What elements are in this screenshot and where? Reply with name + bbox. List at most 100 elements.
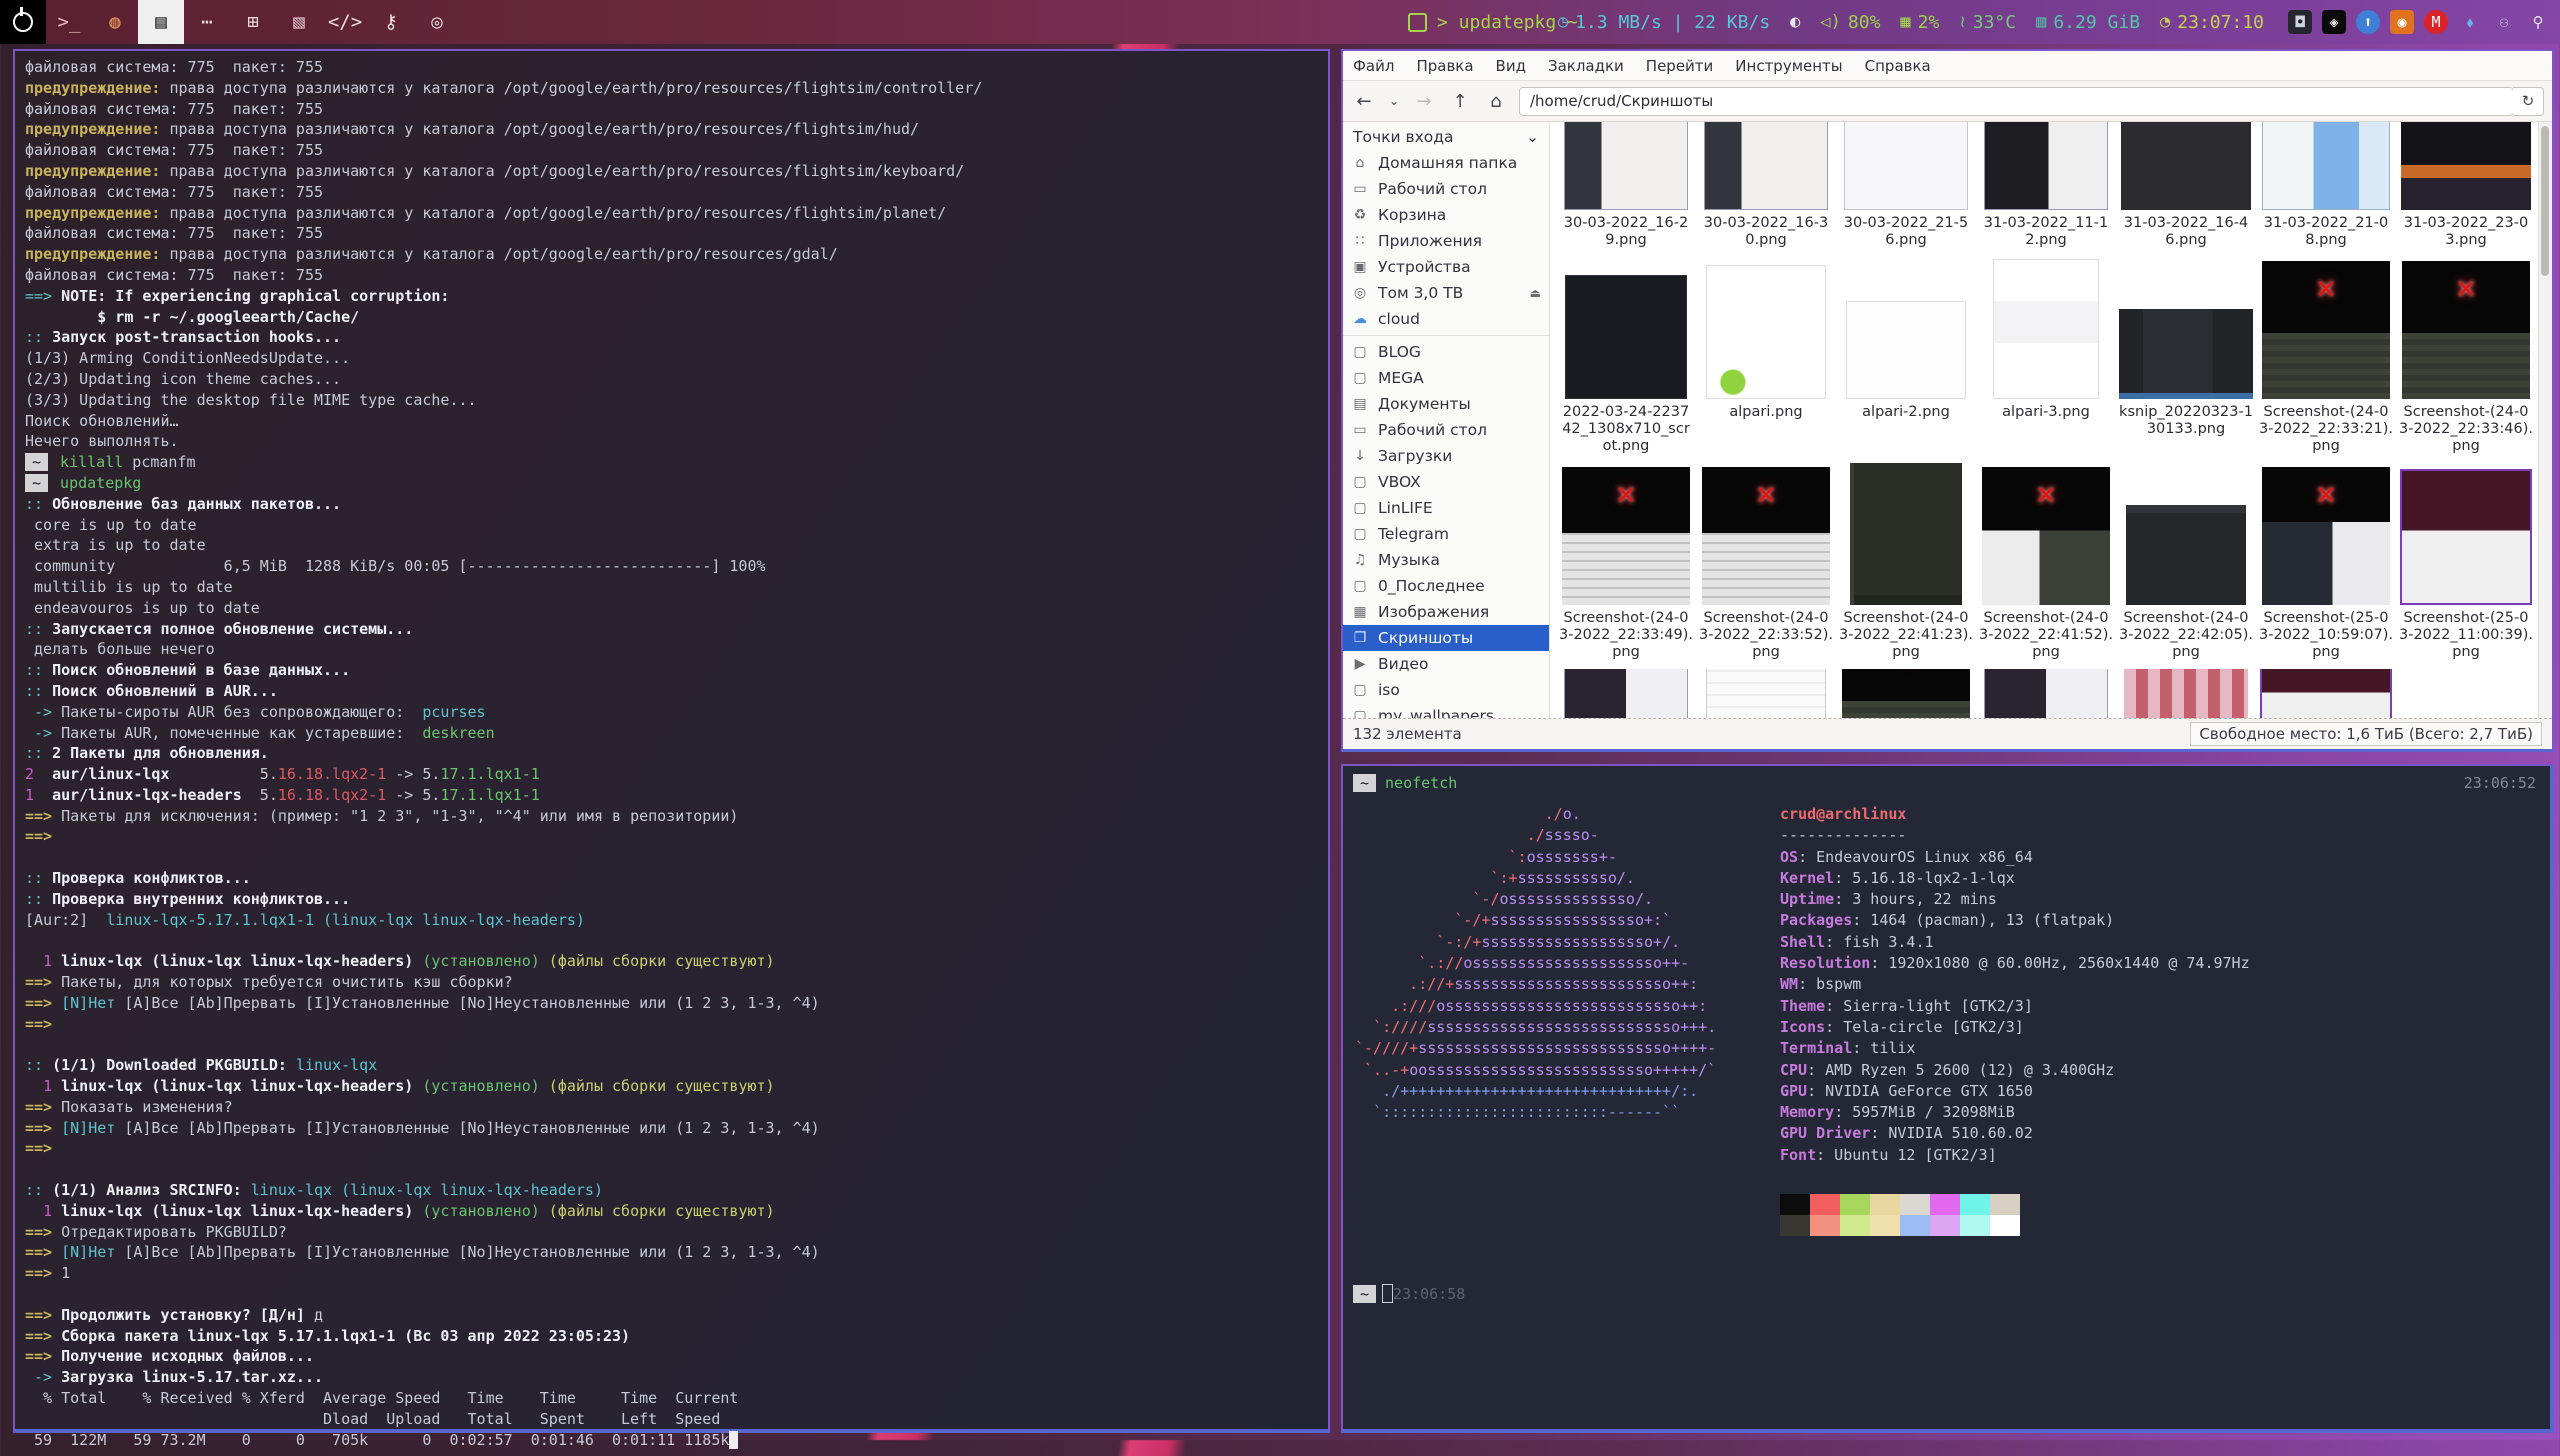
file-item[interactable] xyxy=(2256,669,2396,718)
sidebar-item-telegram[interactable]: ▢Telegram xyxy=(1343,521,1549,547)
shield-icon[interactable]: ◘ xyxy=(2288,10,2312,34)
sidebar-item-cloud[interactable]: ☁cloud xyxy=(1343,306,1549,332)
file-item[interactable]: 2022-03-24-223742_1308x710_scrot.png xyxy=(1556,257,1696,463)
workspace-icon-windows[interactable]: ⊞ xyxy=(230,0,276,44)
file-item[interactable]: 31-03-2022_23-03.png xyxy=(2396,122,2536,257)
file-item[interactable]: ksnip_20220323-130133.png xyxy=(2116,257,2256,463)
upload-icon[interactable]: ⬆ xyxy=(2356,10,2380,34)
sidebar-item-applications[interactable]: ∷Приложения xyxy=(1343,228,1549,254)
sidebar-item-blog[interactable]: ▢BLOG xyxy=(1343,339,1549,365)
terminal-line: ==> xyxy=(25,826,1318,847)
lamp-icon[interactable]: ⚲ xyxy=(2526,10,2550,34)
file-name: 31-03-2022_16-46.png xyxy=(2117,210,2255,257)
sidebar-item-video[interactable]: ▶Видео xyxy=(1343,651,1549,677)
system-info-line: Packages: 1464 (pacman), 13 (flatpak) xyxy=(1780,910,2250,931)
memory-icon: ▥ xyxy=(2036,12,2046,32)
file-item[interactable]: alpari-2.png xyxy=(1836,257,1976,463)
ascii-art-line: `:::::::::::::::::::::::::------`` xyxy=(1355,1102,1716,1123)
ascii-art-line: `..-+oosssssssssssssssssssssssso+++++/` xyxy=(1355,1060,1716,1081)
file-item[interactable]: 31-03-2022_16-46.png xyxy=(2116,122,2256,257)
rss-icon[interactable]: ◉ xyxy=(2390,10,2414,34)
menu-Файл[interactable]: Файл xyxy=(1353,57,1394,75)
file-item[interactable]: alpari-3.png xyxy=(1976,257,2116,463)
workspace-icon-chat[interactable]: ⋯ xyxy=(184,0,230,44)
file-item[interactable]: Screenshot-(24-03-2022_22:41:52).png xyxy=(1976,463,2116,669)
file-item[interactable] xyxy=(2116,669,2256,718)
file-item[interactable] xyxy=(1556,669,1696,718)
sidebar-item-home[interactable]: ⌂Домашняя папка xyxy=(1343,150,1549,176)
file-item[interactable]: 30-03-2022_16-30.png xyxy=(1696,122,1836,257)
sidebar-item-iso[interactable]: ▢iso xyxy=(1343,677,1549,703)
sidebar-item-downloads[interactable]: ↓Загрузки xyxy=(1343,443,1549,469)
terminal-line: предупреждение: права доступа различаютс… xyxy=(25,78,1318,99)
workspace-icon-terminal[interactable]: >_ xyxy=(46,0,92,44)
scrollbar[interactable] xyxy=(2538,122,2552,718)
sidebar-item-mega[interactable]: ▢MEGA xyxy=(1343,365,1549,391)
headset-icon[interactable]: ⚇ xyxy=(2492,10,2516,34)
file-item[interactable]: Screenshot-(24-03-2022_22:33:52).png xyxy=(1696,463,1836,669)
file-item[interactable]: Screenshot-(25-03-2022_11:00:39).png xyxy=(2396,463,2536,669)
sidebar-item-trash[interactable]: ♻Корзина xyxy=(1343,202,1549,228)
sidebar-item-music[interactable]: ♫Музыка xyxy=(1343,547,1549,573)
back-history-dropdown[interactable]: ⌄ xyxy=(1387,94,1401,108)
workspace-icon-key[interactable]: ⚷ xyxy=(368,0,414,44)
sidebar-item-pictures[interactable]: ▦Изображения xyxy=(1343,599,1549,625)
workspace-icon-browser[interactable]: ◍ xyxy=(92,0,138,44)
menu-Правка[interactable]: Правка xyxy=(1416,57,1473,75)
menu-Вид[interactable]: Вид xyxy=(1496,57,1526,75)
file-item[interactable] xyxy=(1696,669,1836,718)
scrollbar-thumb[interactable] xyxy=(2541,126,2549,276)
up-button[interactable]: ↑ xyxy=(1447,91,1473,112)
file-item[interactable]: Screenshot-(24-03-2022_22:33:49).png xyxy=(1556,463,1696,669)
home-button[interactable]: ⌂ xyxy=(1483,91,1509,112)
sidebar-item-linlife[interactable]: ▢LinLIFE xyxy=(1343,495,1549,521)
sidebar-item-desktop2[interactable]: ▭Рабочий стол xyxy=(1343,417,1549,443)
sidebar-item-documents[interactable]: ▤Документы xyxy=(1343,391,1549,417)
terminal-line: (1/3) Arming ConditionNeedsUpdate... xyxy=(25,348,1318,369)
file-item[interactable]: Screenshot-(24-03-2022_22:33:21).png xyxy=(2256,257,2396,463)
menu-Справка[interactable]: Справка xyxy=(1865,57,1931,75)
file-item[interactable]: 30-03-2022_21-56.png xyxy=(1836,122,1976,257)
file-item[interactable]: Screenshot-(24-03-2022_22:33:46).png xyxy=(2396,257,2536,463)
sidebar-item-label: cloud xyxy=(1378,310,1420,328)
path-input[interactable]: /home/crud/Скриншоты xyxy=(1519,87,2514,116)
workspace-icon-files[interactable]: ▤ xyxy=(138,0,184,44)
forward-button[interactable]: → xyxy=(1411,91,1437,112)
workspace-icon-power[interactable] xyxy=(0,0,46,44)
file-item[interactable]: Screenshot-(24-03-2022_22:42:05).png xyxy=(2116,463,2256,669)
menu-Перейти[interactable]: Перейти xyxy=(1646,57,1714,75)
mega-icon[interactable]: M xyxy=(2424,10,2448,34)
file-item[interactable]: alpari.png xyxy=(1696,257,1836,463)
file-item[interactable] xyxy=(1976,669,2116,718)
file-item[interactable] xyxy=(1836,669,1976,718)
power-icon xyxy=(13,12,33,32)
file-item[interactable]: 31-03-2022_11-12.png xyxy=(1976,122,2116,257)
eject-icon[interactable]: ⏏ xyxy=(1530,286,1541,300)
sidebar-item-wallpapers[interactable]: ▢my_wallpapers xyxy=(1343,703,1549,718)
file-icon-view[interactable]: 30-03-2022_16-29.png30-03-2022_16-30.png… xyxy=(1550,122,2538,718)
file-item[interactable]: Screenshot-(24-03-2022_22:41:23).png xyxy=(1836,463,1976,669)
terminal-window[interactable]: файловая система: 775 пакет: 755предупре… xyxy=(13,49,1330,1433)
workspace-icon-code[interactable]: </> xyxy=(322,0,368,44)
file-item[interactable]: Screenshot-(25-03-2022_10:59:07).png xyxy=(2256,463,2396,669)
neofetch-terminal-window[interactable]: ~ neofetch 23:06:52 ./o. ./sssso- `:osss… xyxy=(1341,764,2554,1433)
sidebar-item-volume[interactable]: ◎Том 3,0 ТВ⏏ xyxy=(1343,280,1549,306)
sidebar-item-devices[interactable]: ▣Устройства xyxy=(1343,254,1549,280)
sidebar-item-screenshots[interactable]: ❐Скриншоты xyxy=(1343,625,1549,651)
menu-Закладки[interactable]: Закладки xyxy=(1548,57,1624,75)
system-info-line: -------------- xyxy=(1780,825,2250,846)
reload-button[interactable]: ↻ xyxy=(2513,87,2544,116)
sidebar-item-recent[interactable]: ▢0_Последнее xyxy=(1343,573,1549,599)
file-item[interactable]: 31-03-2022_21-08.png xyxy=(2256,122,2396,257)
file-item[interactable]: 30-03-2022_16-29.png xyxy=(1556,122,1696,257)
workspace-icon-media[interactable]: ◎ xyxy=(414,0,460,44)
sidebar-item-vbox[interactable]: ▢VBOX xyxy=(1343,469,1549,495)
back-button[interactable]: ← xyxy=(1351,91,1377,112)
places-mode-select[interactable]: Точки входа ⌄ xyxy=(1343,122,1549,150)
workspace-icon-image[interactable]: ▧ xyxy=(276,0,322,44)
menu-Инструменты[interactable]: Инструменты xyxy=(1735,57,1842,75)
drop-icon[interactable]: ⬧ xyxy=(2458,10,2482,34)
sidebar-item-desktop[interactable]: ▭Рабочий стол xyxy=(1343,176,1549,202)
keybase-icon[interactable]: ◈ xyxy=(2322,10,2346,34)
sidebar-item-label: BLOG xyxy=(1378,343,1421,361)
